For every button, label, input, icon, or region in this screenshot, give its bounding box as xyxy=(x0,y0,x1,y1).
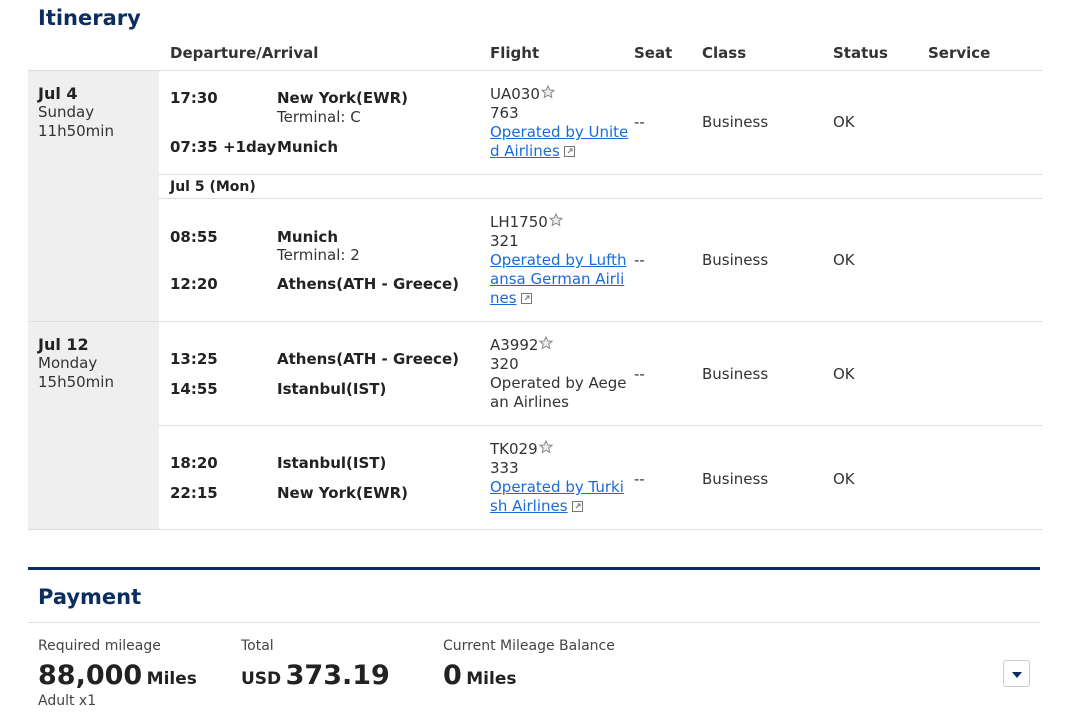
divider xyxy=(159,174,1042,175)
flight-info: TK029 333 Operated by Turkish Airlines xyxy=(490,440,630,516)
day-info: Jul 12 Monday 15h50min xyxy=(38,335,114,392)
payment-title: Payment xyxy=(38,585,142,609)
flight-number: LH1750 xyxy=(490,213,548,231)
arrival-time: 07:35 +1day xyxy=(170,138,277,156)
departure-time: 17:30 xyxy=(170,89,218,107)
departure-time: 08:55 xyxy=(170,228,218,246)
operated-by-text: Operated by Aegean Airlines xyxy=(490,374,627,411)
total-amount: 373.19 xyxy=(285,660,390,691)
departure-city: New York(EWR) xyxy=(277,89,409,107)
total-currency: USD xyxy=(241,669,282,689)
star-alliance-icon xyxy=(539,336,554,350)
day-duration: 15h50min xyxy=(38,373,114,391)
aircraft-type: 320 xyxy=(490,355,519,373)
divider xyxy=(28,70,1042,71)
balance-amount: 0 xyxy=(443,660,462,691)
divider xyxy=(28,321,1042,322)
status: OK xyxy=(833,113,855,131)
header-departure-arrival: Departure/Arrival xyxy=(170,44,319,62)
flight-number: A3992 xyxy=(490,336,539,354)
departure-time: 18:20 xyxy=(170,454,218,472)
balance-label: Current Mileage Balance xyxy=(443,638,615,654)
seat: -- xyxy=(634,251,645,269)
star-alliance-icon xyxy=(548,213,563,227)
passenger-count: Adult x1 xyxy=(38,693,97,709)
divider xyxy=(28,622,1040,623)
departure-city: Munich xyxy=(277,228,338,246)
flight-info: LH1750 321 Operated by Lufthansa German … xyxy=(490,213,630,308)
seat: -- xyxy=(634,470,645,488)
departure-terminal: Terminal: C xyxy=(277,108,361,126)
divider xyxy=(159,198,1042,199)
required-mileage-amount: 88,000 xyxy=(38,660,143,691)
header-service: Service xyxy=(928,44,991,62)
divider xyxy=(28,529,1042,530)
flight-info: A3992 320 Operated by Aegean Airlines xyxy=(490,336,630,412)
itinerary-title: Itinerary xyxy=(38,6,141,30)
day-duration: 11h50min xyxy=(38,122,114,140)
flight-info: UA030 763 Operated by United Airlines xyxy=(490,85,630,161)
operated-by-link[interactable]: Operated by Lufthansa German Airlines xyxy=(490,251,627,307)
arrival-city: Athens(ATH - Greece) xyxy=(277,275,459,293)
departure-city: Athens(ATH - Greece) xyxy=(277,350,459,368)
payment-section-rule xyxy=(28,567,1040,570)
star-alliance-icon xyxy=(538,440,553,454)
chevron-down-icon xyxy=(1012,672,1022,678)
status: OK xyxy=(833,470,855,488)
day-weekday: Sunday xyxy=(38,103,95,121)
class: Business xyxy=(702,113,769,131)
external-link-icon xyxy=(520,293,532,304)
external-link-icon xyxy=(563,146,575,157)
arrival-city: Munich xyxy=(277,138,338,156)
aircraft-type: 333 xyxy=(490,459,519,477)
seat: -- xyxy=(634,113,645,131)
operated-by-link[interactable]: Operated by Turkish Airlines xyxy=(490,478,624,515)
operated-by-link[interactable]: Operated by United Airlines xyxy=(490,123,628,160)
required-mileage-unit: Miles xyxy=(146,669,197,689)
total-value: USD 373.19 xyxy=(241,660,390,691)
star-alliance-icon xyxy=(540,85,555,99)
arrival-city: New York(EWR) xyxy=(277,484,409,502)
aircraft-type: 763 xyxy=(490,104,519,122)
header-flight: Flight xyxy=(490,44,540,62)
status: OK xyxy=(833,365,855,383)
connection-date: Jul 5 (Mon) xyxy=(170,179,256,195)
day-date: Jul 12 xyxy=(38,335,89,354)
departure-city: Istanbul(IST) xyxy=(277,454,387,472)
arrival-time: 14:55 xyxy=(170,380,218,398)
day-info: Jul 4 Sunday 11h50min xyxy=(38,84,114,141)
header-seat: Seat xyxy=(634,44,673,62)
expand-payment-button[interactable] xyxy=(1003,660,1030,687)
arrival-time: 12:20 xyxy=(170,275,218,293)
balance-value: 0 Miles xyxy=(443,660,516,691)
class: Business xyxy=(702,365,769,383)
arrival-city: Istanbul(IST) xyxy=(277,380,387,398)
seat: -- xyxy=(634,365,645,383)
flight-number: TK029 xyxy=(490,440,538,458)
header-status: Status xyxy=(833,44,888,62)
required-mileage-value: 88,000 Miles xyxy=(38,660,197,691)
divider xyxy=(159,425,1042,426)
departure-terminal: Terminal: 2 xyxy=(277,246,360,264)
day-date: Jul 4 xyxy=(38,84,78,103)
itinerary-table-header: Departure/Arrival Flight Seat Class Stat… xyxy=(0,44,1042,70)
departure-time: 13:25 xyxy=(170,350,218,368)
header-class: Class xyxy=(702,44,747,62)
class: Business xyxy=(702,251,769,269)
status: OK xyxy=(833,251,855,269)
day-weekday: Monday xyxy=(38,354,98,372)
arrival-time: 22:15 xyxy=(170,484,218,502)
flight-number: UA030 xyxy=(490,85,540,103)
required-mileage-label: Required mileage xyxy=(38,638,161,654)
class: Business xyxy=(702,470,769,488)
balance-unit: Miles xyxy=(466,669,517,689)
total-label: Total xyxy=(241,638,274,654)
external-link-icon xyxy=(571,501,583,512)
aircraft-type: 321 xyxy=(490,232,519,250)
